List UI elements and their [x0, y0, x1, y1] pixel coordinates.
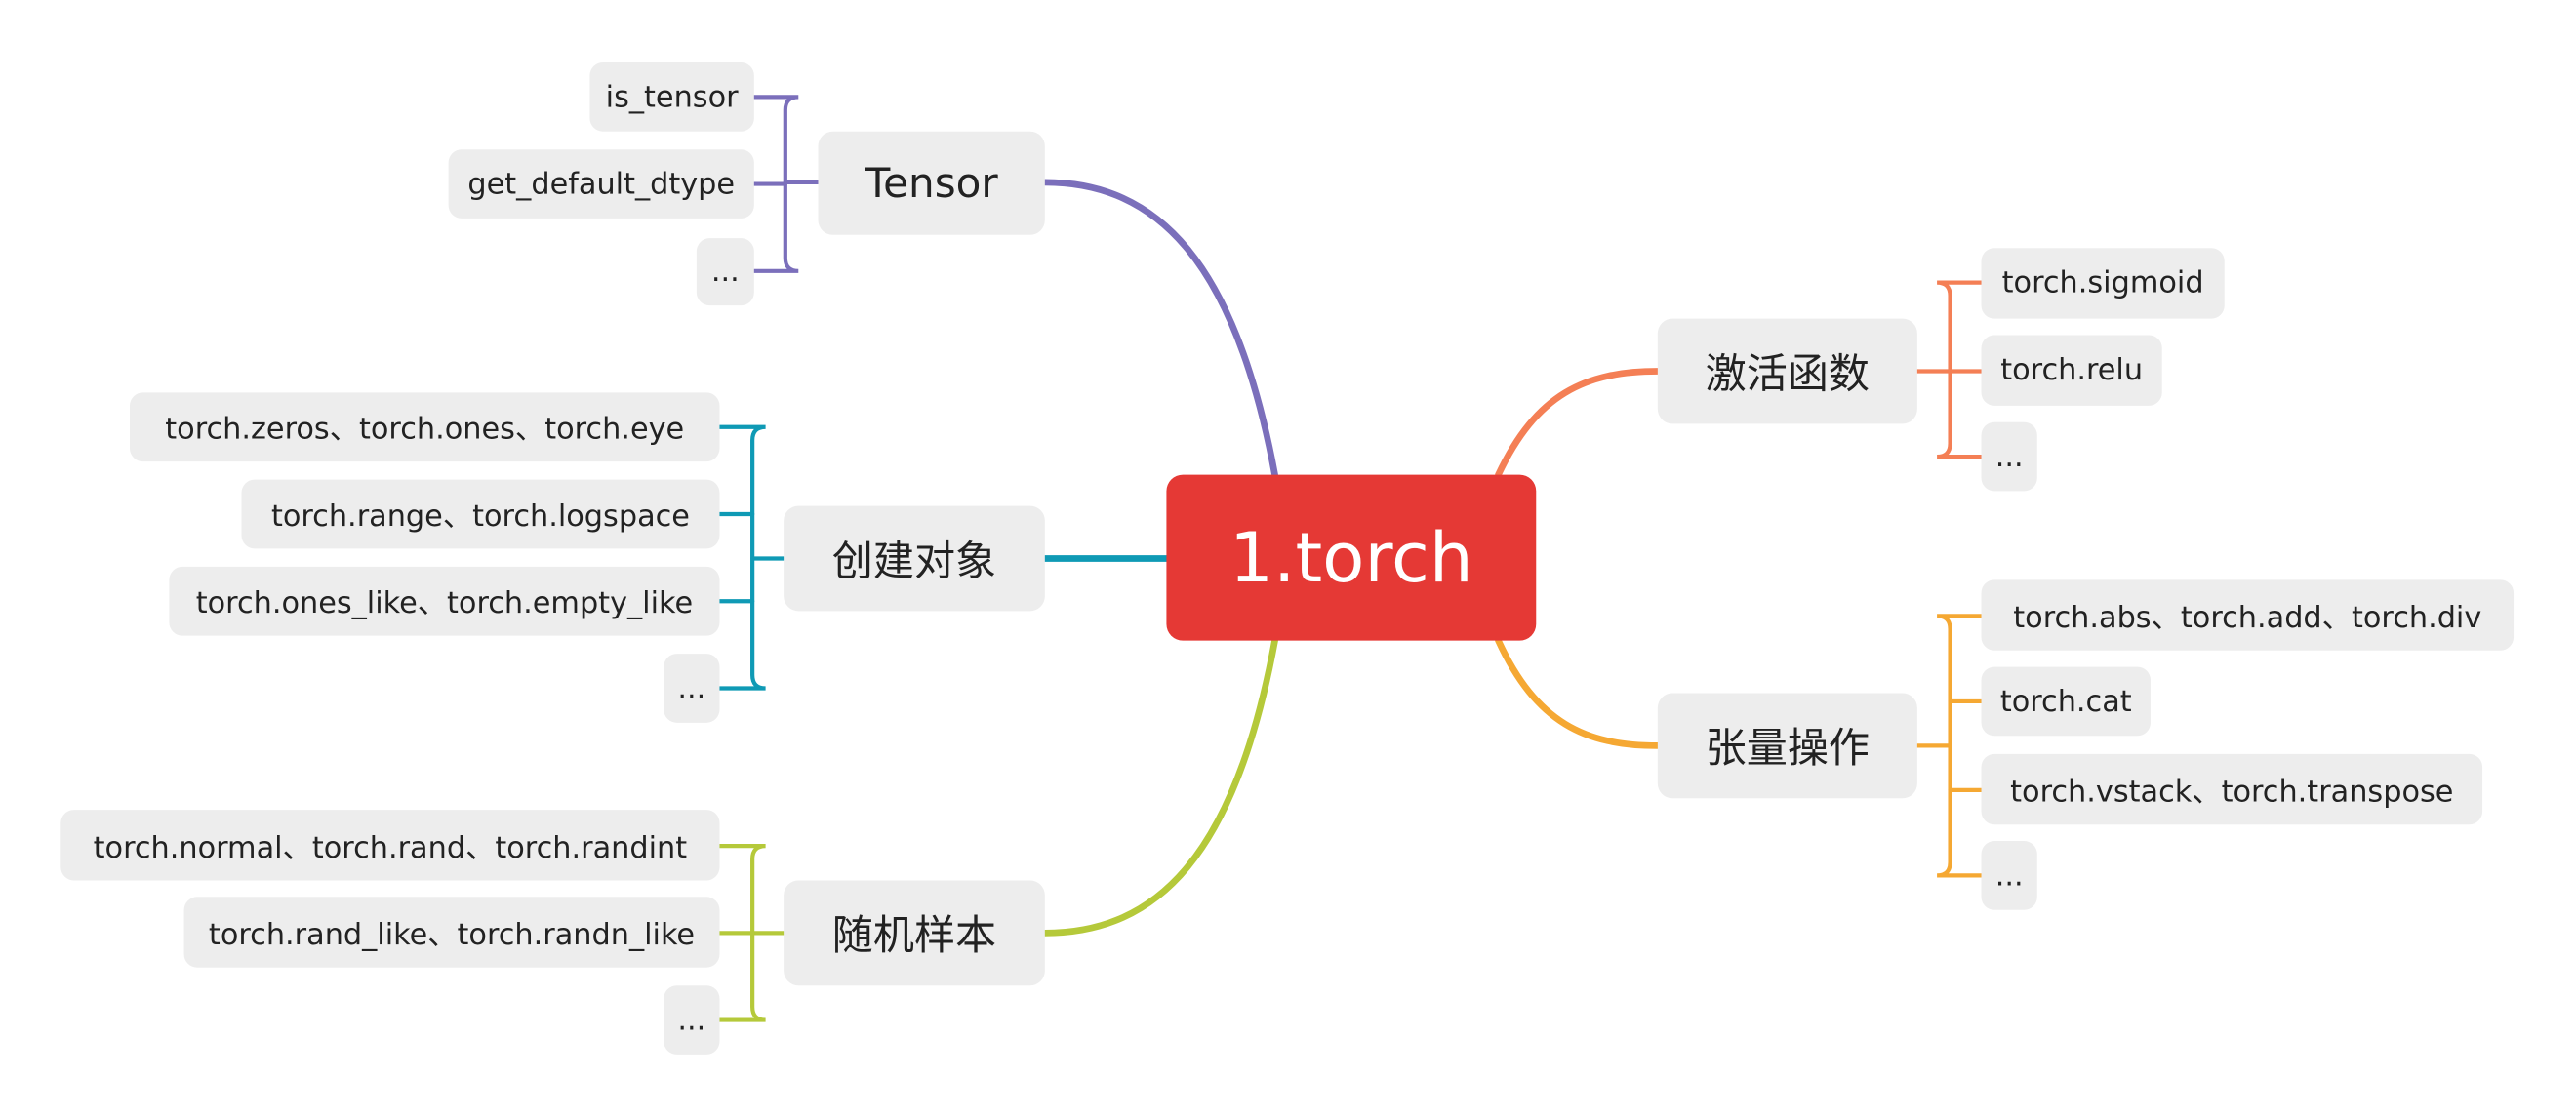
branch-connector	[1041, 179, 1278, 478]
branch-connector	[1041, 637, 1278, 937]
leaf-node[interactable]: torch.normal、torch.rand、torch.randint	[60, 810, 720, 881]
branch-activation[interactable]: 激活函数	[1657, 318, 1917, 424]
branch-connector	[1495, 368, 1662, 478]
center-node[interactable]: 1.torch	[1166, 474, 1537, 641]
leaf-node[interactable]: is_tensor	[589, 61, 754, 132]
branch-create[interactable]: 创建对象	[784, 505, 1045, 612]
leaf-node[interactable]: torch.zeros、torch.ones、torch.eye	[130, 392, 720, 462]
leaf-node[interactable]: torch.relu	[1981, 335, 2162, 406]
branch-connector	[1495, 637, 1662, 749]
leaf-node[interactable]: ...	[1981, 421, 2037, 492]
leaf-node[interactable]: ...	[664, 654, 720, 723]
leaf-node[interactable]: torch.range、torch.logspace	[241, 479, 720, 549]
leaf-node[interactable]: torch.sigmoid	[1981, 248, 2225, 319]
leaf-node[interactable]: get_default_dtype	[448, 149, 754, 219]
leaf-node[interactable]: torch.cat	[1981, 666, 2151, 737]
mind-map: 1.torch Tensor is_tensor get_default_dty…	[0, 0, 2576, 1117]
leaf-node[interactable]: torch.rand_like、torch.randn_like	[183, 897, 720, 968]
leaf-node[interactable]: ...	[696, 238, 754, 306]
branch-tensor-ops[interactable]: 张量操作	[1657, 693, 1917, 799]
branch-random[interactable]: 随机样本	[784, 880, 1045, 986]
leaf-node[interactable]: ...	[1981, 841, 2037, 910]
leaf-node[interactable]: ...	[664, 985, 720, 1055]
branch-tensor[interactable]: Tensor	[818, 131, 1045, 235]
leaf-node[interactable]: torch.ones_like、torch.empty_like	[169, 566, 720, 636]
leaf-node[interactable]: torch.abs、torch.add、torch.div	[1981, 579, 2515, 651]
leaf-node[interactable]: torch.vstack、torch.transpose	[1981, 753, 2483, 825]
